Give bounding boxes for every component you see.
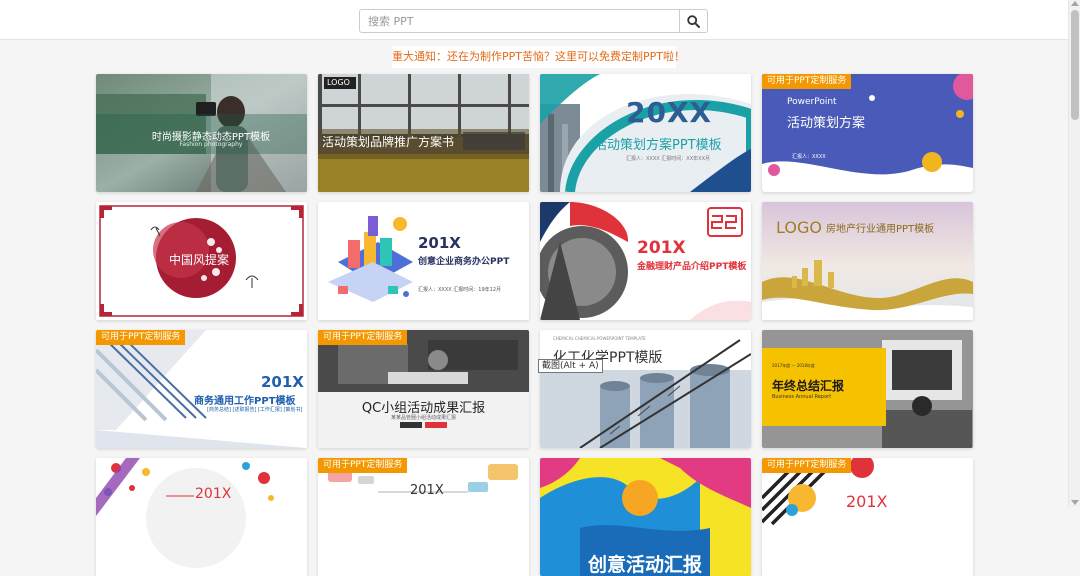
card-year: 20XX xyxy=(626,96,713,129)
card-title: 创意活动汇报 xyxy=(588,554,703,576)
template-thumbnail xyxy=(540,74,751,192)
scrollbar-thumb[interactable] xyxy=(1071,10,1079,120)
custom-service-badge: 可用于PPT定制服务 xyxy=(318,330,408,345)
card-title: 年终总结汇报 xyxy=(772,379,845,393)
card-title: 商务通用工作PPT模板 xyxy=(194,396,296,407)
search-button[interactable] xyxy=(680,9,708,33)
card-subtitle: Business Annual Report xyxy=(772,394,832,400)
custom-service-badge: 可用于PPT定制服务 xyxy=(96,330,186,345)
template-card[interactable]: 201X xyxy=(96,458,307,576)
template-card[interactable]: 创意活动汇报 xyxy=(540,458,751,576)
template-thumbnail xyxy=(96,458,307,576)
card-year: 201X xyxy=(261,373,304,391)
card-title: 房地产行业通用PPT模板 xyxy=(826,224,935,235)
card-heading: CHEMICAL CHEMICAL POWERPOINT TEMPLATE xyxy=(553,336,646,341)
card-meta: [商务总结] [述职报告] [工作汇报] [策划书] xyxy=(207,407,303,413)
card-title: 活动策划方案PPT模板 xyxy=(594,138,722,153)
template-grid: 时尚摄影静态动态PPT模板 Fashion photography LOGO 活… xyxy=(96,74,973,576)
template-thumbnail xyxy=(318,330,529,448)
template-card[interactable]: 201X 创意企业商务办公PPT 汇报人：XXXX 汇报时间：19年12月 xyxy=(318,202,529,320)
search-icon xyxy=(687,14,700,28)
card-title: 中国风提案 xyxy=(169,253,230,267)
template-card[interactable]: 可用于PPT定制服务 201X xyxy=(762,458,973,576)
card-year: 201X xyxy=(418,234,461,252)
custom-service-badge: 可用于PPT定制服务 xyxy=(762,458,852,473)
scroll-up-arrow-icon[interactable] xyxy=(1071,1,1079,6)
template-card[interactable]: 中国风提案 xyxy=(96,202,307,320)
template-card[interactable]: 时尚摄影静态动态PPT模板 Fashion photography xyxy=(96,74,307,192)
card-year: 201X xyxy=(846,492,888,511)
custom-service-badge: 可用于PPT定制服务 xyxy=(762,74,852,89)
screenshot-tooltip: 截图(Alt + A) xyxy=(538,359,603,373)
template-card[interactable]: 20XX 活动策划方案PPT模板 汇报人：XXXX 汇报时间：XX年XX月 xyxy=(540,74,751,192)
vertical-scrollbar[interactable] xyxy=(1068,0,1080,507)
card-heading: PowerPoint xyxy=(787,97,837,107)
scroll-down-arrow-icon[interactable] xyxy=(1071,500,1079,505)
template-card[interactable]: 可用于PPT定制服务 PowerPoint 活动策划方案 汇报人：XXXX xyxy=(762,74,973,192)
card-meta: 汇报人：XXXX xyxy=(792,154,826,160)
template-card[interactable]: LOGO 活动策划品牌推广方案书 xyxy=(318,74,529,192)
card-year: 201X xyxy=(637,238,686,258)
template-card[interactable]: 2017年度 — 2018年度 年终总结汇报 Business Annual R… xyxy=(762,330,973,448)
template-card[interactable]: 可用于PPT定制服务 201X 商务通用工作PPT模板 [商务总结] [述职报告… xyxy=(96,330,307,448)
card-title: 创意企业商务办公PPT xyxy=(418,257,510,267)
card-logo: LOGO xyxy=(327,78,350,87)
template-thumbnail xyxy=(762,458,973,576)
card-title: 金融理财产品介绍PPT模板 xyxy=(637,262,747,272)
card-meta: 某某品管圈小组活动成果汇报 xyxy=(390,415,456,421)
card-logo: LOGO xyxy=(776,218,822,237)
template-thumbnail xyxy=(318,458,529,576)
search-input[interactable] xyxy=(359,9,680,33)
card-meta: 汇报人：XXXX 汇报时间：XX年XX月 xyxy=(626,156,710,162)
custom-service-badge: 可用于PPT定制服务 xyxy=(318,458,408,473)
template-card[interactable]: 可用于PPT定制服务 QC小组活动成果汇报 某某品管圈小组活动成果汇报 xyxy=(318,330,529,448)
card-title: 活动策划品牌推广方案书 xyxy=(322,135,455,149)
template-thumbnail xyxy=(762,74,973,192)
card-meta: 汇报人：XXXX 汇报时间：19年12月 xyxy=(418,287,502,293)
template-card[interactable]: 201X 金融理财产品介绍PPT模板 xyxy=(540,202,751,320)
top-bar xyxy=(0,0,1068,40)
template-card[interactable]: CHEMICAL CHEMICAL POWERPOINT TEMPLATE 化工… xyxy=(540,330,751,448)
card-heading: 2017年度 — 2018年度 xyxy=(772,363,815,368)
card-title: 活动策划方案 xyxy=(787,116,866,131)
template-card[interactable]: LOGO 房地产行业通用PPT模板 xyxy=(762,202,973,320)
card-year: 201X xyxy=(410,483,444,498)
promo-notice[interactable]: 重大通知：还在为制作PPT苦恼？这里可以免费定制PPT啦！ xyxy=(392,46,685,68)
search-bar xyxy=(359,9,708,33)
template-card[interactable]: 可用于PPT定制服务 201X xyxy=(318,458,529,576)
card-subtitle: Fashion photography xyxy=(179,141,243,148)
card-year: 201X xyxy=(195,486,232,502)
